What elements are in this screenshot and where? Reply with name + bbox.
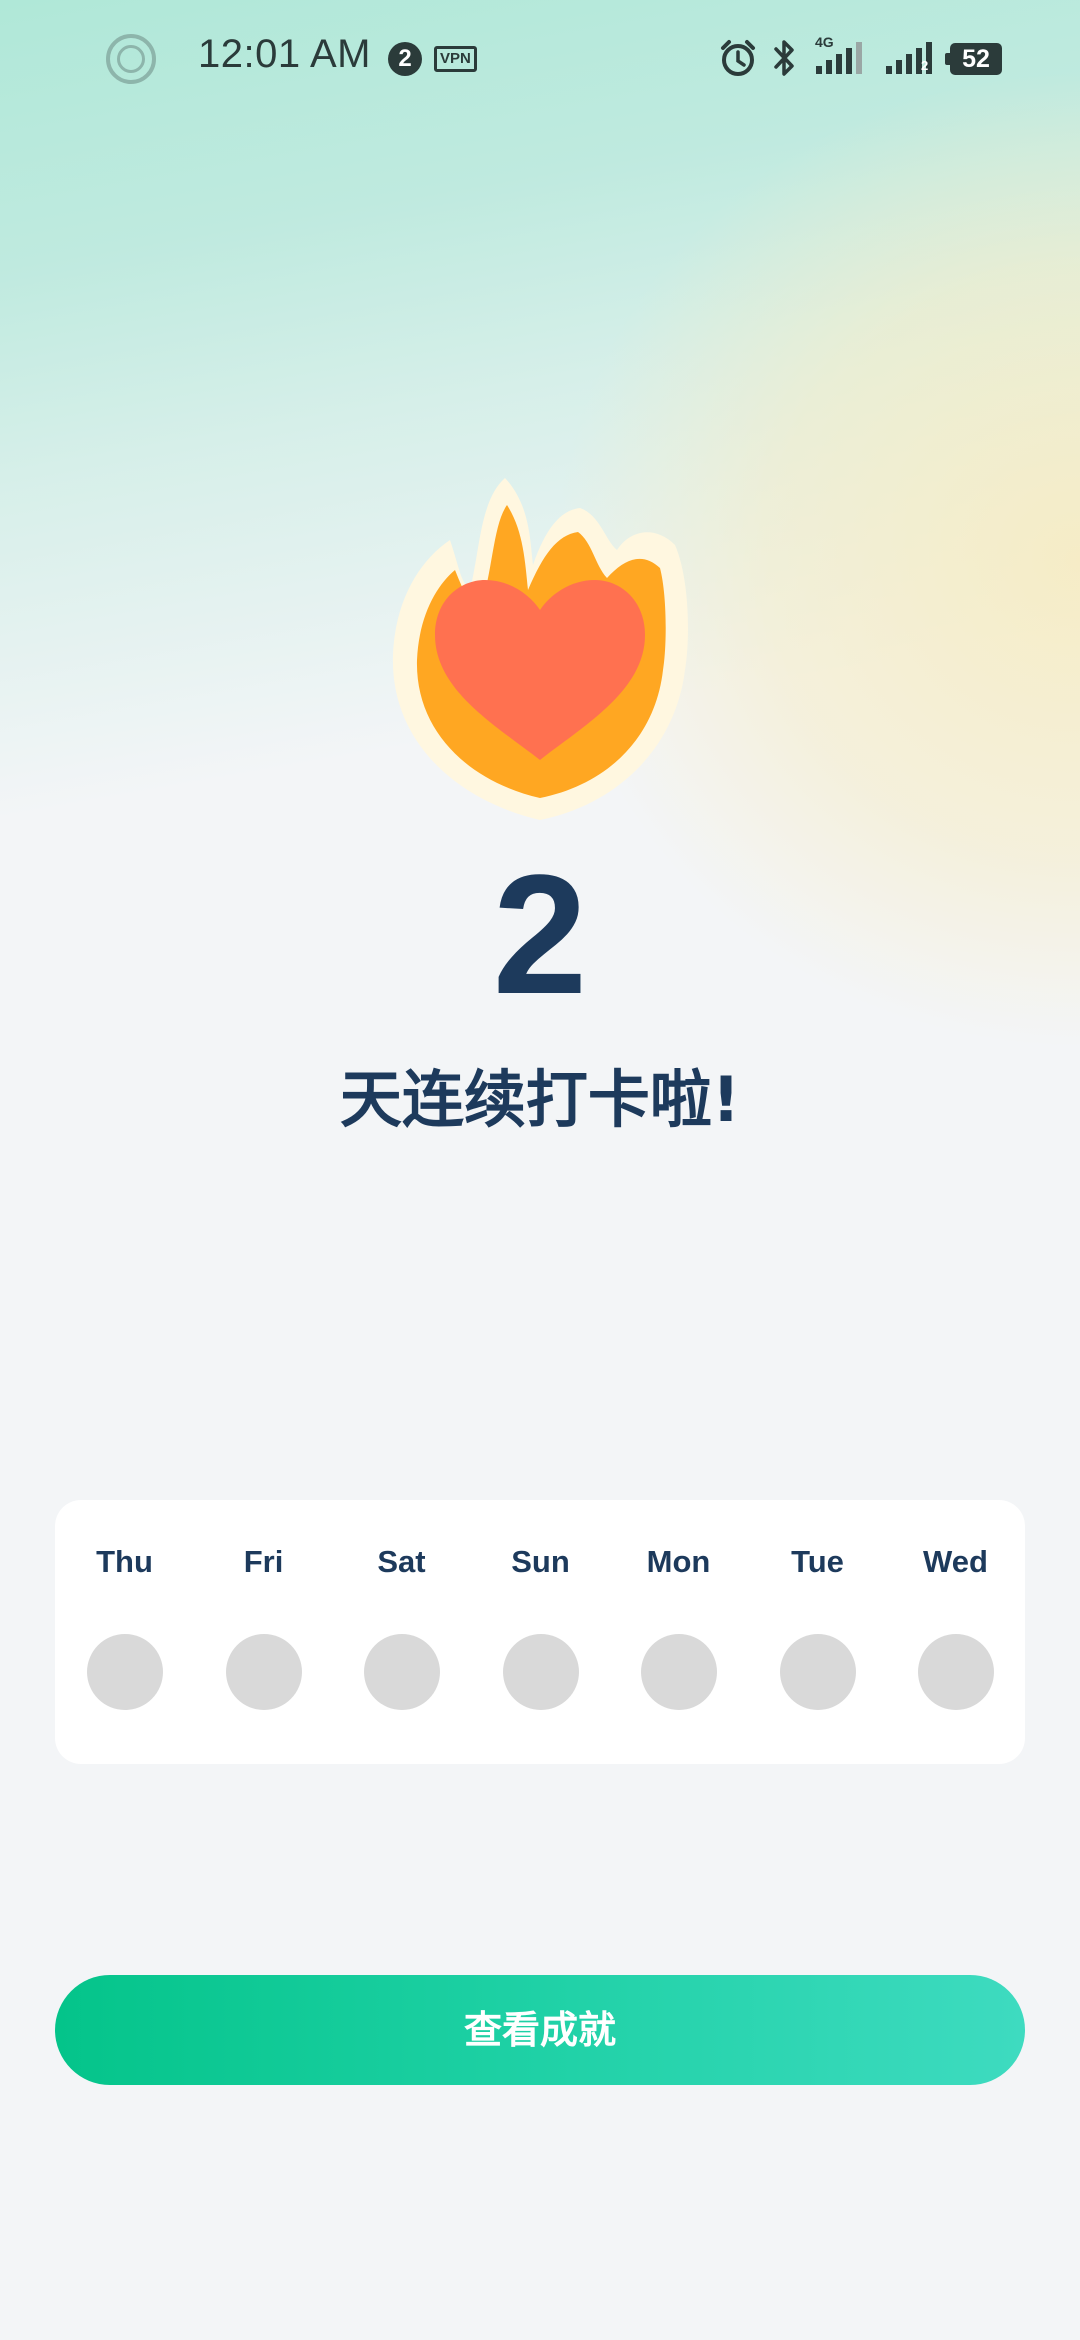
status-time: 12:01 AM <box>198 32 372 76</box>
day-label: Mon <box>646 1544 711 1579</box>
day-label: Tue <box>791 1544 844 1579</box>
day-fri: Fri <box>194 1500 333 1764</box>
day-label: Fri <box>243 1544 284 1579</box>
day-status-dot <box>918 1634 994 1710</box>
day-wed: Wed <box>886 1500 1025 1764</box>
notification-count-badge: 2 <box>388 42 422 76</box>
network-type-label: 4G <box>815 34 834 50</box>
day-sat: Sat <box>332 1500 471 1764</box>
day-status-dot <box>364 1634 440 1710</box>
day-thu: Thu <box>55 1500 194 1764</box>
flame-heart-icon <box>392 478 688 820</box>
status-bar: 12:01 AM 2 VPN 4G 2 52 <box>0 0 1080 120</box>
record-icon <box>106 34 156 84</box>
day-label: Sat <box>377 1544 426 1579</box>
day-label: Wed <box>923 1544 988 1579</box>
streak-count: 2 <box>492 840 588 1030</box>
day-status-dot <box>780 1634 856 1710</box>
day-sun: Sun <box>471 1500 610 1764</box>
day-label: Sun <box>511 1544 570 1579</box>
vpn-icon: VPN <box>434 46 477 72</box>
bluetooth-icon <box>774 40 794 76</box>
day-mon: Mon <box>609 1500 748 1764</box>
sim2-label: 2 <box>921 58 929 73</box>
day-status-dot <box>503 1634 579 1710</box>
streak-message: 天连续打卡啦! <box>339 1063 741 1136</box>
day-status-dot <box>641 1634 717 1710</box>
alarm-icon <box>721 40 755 76</box>
view-achievements-button[interactable]: 查看成就 <box>55 1975 1025 2085</box>
week-checkin-card: Thu Fri Sat Sun Mon Tue Wed <box>55 1500 1025 1764</box>
battery-icon: 52 <box>945 43 1002 75</box>
day-status-dot <box>87 1634 163 1710</box>
day-label: Thu <box>96 1544 153 1579</box>
day-tue: Tue <box>748 1500 887 1764</box>
day-status-dot <box>226 1634 302 1710</box>
